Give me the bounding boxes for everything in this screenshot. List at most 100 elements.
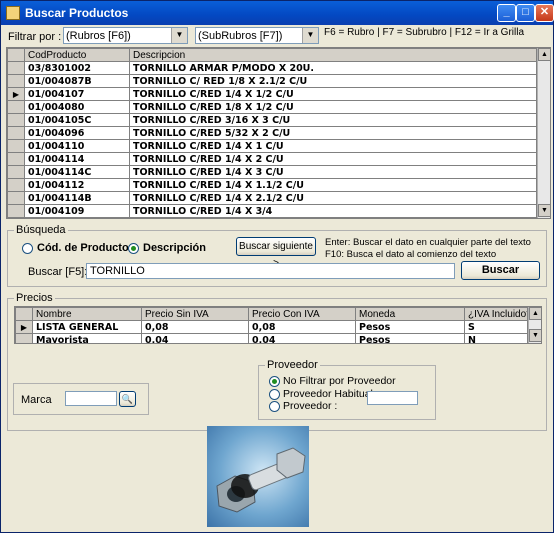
scroll-up-icon[interactable]: ▲ [529, 307, 541, 320]
row-indicator[interactable] [7, 178, 25, 192]
cell-descripcion[interactable]: TORNILLO C/ RED 1/8 X 2.1/2 C/U [129, 74, 537, 88]
chevron-down-icon[interactable]: ▼ [302, 28, 318, 43]
table-row[interactable]: 01/004109 TORNILLO C/RED 1/4 X 3/4 [7, 204, 537, 218]
cell-nombre[interactable]: Mayorista [32, 333, 142, 343]
cell-precio-con-iva[interactable]: 0,04 [248, 333, 356, 343]
table-row[interactable]: 01/004080 TORNILLO C/RED 1/8 X 1/2 C/U [7, 100, 537, 114]
rubro-select[interactable]: (Rubros [F6]) ▼ [63, 27, 188, 44]
cell-nombre[interactable]: LISTA GENERAL [32, 320, 142, 334]
table-row[interactable]: 01/004087B TORNILLO C/ RED 1/8 X 2.1/2 C/… [7, 74, 537, 88]
col-header-iva-incluido[interactable]: ¿IVA Incluido? [464, 307, 528, 321]
cell-descripcion[interactable]: TORNILLO ARMAR P/MODO X 20U. [129, 61, 537, 75]
radio-codigo-label[interactable]: Cód. de Producto [37, 242, 129, 254]
radio-proveedor-label[interactable]: Proveedor : [283, 400, 337, 412]
radio-descripcion-label[interactable]: Descripción [143, 242, 206, 254]
cell-descripcion[interactable]: TORNILLO C/RED 1/4 X 3/4 [129, 204, 537, 218]
cell-moneda[interactable]: Pesos [355, 320, 465, 334]
scroll-down-icon[interactable]: ▼ [538, 204, 550, 217]
table-row[interactable]: 01/004114C TORNILLO C/RED 1/4 X 3 C/U [7, 165, 537, 179]
table-row[interactable]: 01/004096 TORNILLO C/RED 5/32 X 2 C/U [7, 126, 537, 140]
chevron-down-icon[interactable]: ▼ [171, 28, 187, 43]
radio-descripcion[interactable] [128, 243, 139, 254]
cell-descripcion[interactable]: TORNILLO C/RED 5/32 X 2 C/U [129, 126, 537, 140]
cell-descripcion[interactable]: TORNILLO C/RED 1/4 X 1.1/2 C/U [129, 178, 537, 192]
row-indicator[interactable] [7, 139, 25, 153]
habitual-provider-input[interactable] [367, 391, 418, 405]
cell-codproducto[interactable]: 01/004114B [24, 191, 130, 205]
cell-iva-incluido[interactable]: N [464, 333, 528, 343]
cell-moneda[interactable]: Pesos [355, 333, 465, 343]
cell-codproducto[interactable]: 01/004080 [24, 100, 130, 114]
cell-descripcion[interactable]: TORNILLO C/RED 1/8 X 1.1/2 C/U [129, 217, 537, 218]
current-row-indicator-icon[interactable]: ▶ [15, 320, 33, 334]
table-row[interactable]: 01/004114B TORNILLO C/RED 1/4 X 2.1/2 C/U [7, 191, 537, 205]
cell-descripcion[interactable]: TORNILLO C/RED 1/4 X 2 C/U [129, 152, 537, 166]
cell-descripcion[interactable]: TORNILLO C/RED 1/4 X 2.1/2 C/U [129, 191, 537, 205]
col-header-precio-sin-iva[interactable]: Precio Sin IVA [141, 307, 249, 321]
col-header-nombre[interactable]: Nombre [32, 307, 142, 321]
col-header-precio-con-iva[interactable]: Precio Con IVA [248, 307, 356, 321]
radio-habitual-label[interactable]: Proveedor Habitual : [283, 388, 379, 400]
maximize-button[interactable]: □ [516, 4, 535, 22]
cell-precio-con-iva[interactable]: 0,08 [248, 320, 356, 334]
table-row[interactable]: 01/004105C TORNILLO C/RED 3/16 X 3 C/U [7, 113, 537, 127]
table-row[interactable]: Mayorista 0,04 0,04 Pesos N [15, 333, 528, 343]
cell-precio-sin-iva[interactable]: 0,04 [141, 333, 249, 343]
table-row[interactable]: ▶ LISTA GENERAL 0,08 0,08 Pesos S [15, 320, 528, 334]
title-bar[interactable]: Buscar Productos _ □ ✕ [1, 1, 554, 25]
row-indicator[interactable] [7, 74, 25, 88]
table-row[interactable]: 01/004112 TORNILLO C/RED 1/4 X 1.1/2 C/U [7, 178, 537, 192]
cell-codproducto[interactable]: 01/004109 [24, 204, 130, 218]
cell-codproducto[interactable]: 01/004096 [24, 126, 130, 140]
cell-precio-sin-iva[interactable]: 0,08 [141, 320, 249, 334]
radio-no-filter-label[interactable]: No Filtrar por Proveedor [283, 375, 396, 387]
row-indicator[interactable] [15, 333, 33, 343]
cell-descripcion[interactable]: TORNILLO C/RED 3/16 X 3 C/U [129, 113, 537, 127]
search-next-button[interactable]: Buscar siguiente > [236, 237, 316, 269]
row-indicator[interactable] [7, 204, 25, 218]
prices-grid[interactable]: Nombre Precio Sin IVA Precio Con IVA Mon… [14, 306, 542, 344]
col-header-codproducto[interactable]: CodProducto [24, 48, 130, 62]
table-row[interactable]: ▶ 01/004107 TORNILLO C/RED 1/4 X 1/2 C/U [7, 87, 537, 101]
prices-scrollbar[interactable]: ▲ ▼ [528, 307, 541, 343]
scroll-up-icon[interactable]: ▲ [538, 48, 550, 61]
cell-codproducto[interactable]: 01/004114 [24, 152, 130, 166]
cell-descripcion[interactable]: TORNILLO C/RED 1/4 X 1/2 C/U [129, 87, 537, 101]
radio-habitual[interactable] [269, 389, 280, 400]
cell-codproducto[interactable]: 01/004105C [24, 113, 130, 127]
search-icon[interactable]: 🔍 [119, 391, 136, 407]
cell-codproducto[interactable]: 01/004114C [24, 165, 130, 179]
products-scrollbar[interactable]: ▲ ▼ [537, 48, 550, 218]
cell-codproducto[interactable]: 01/004112 [24, 178, 130, 192]
col-header-descripcion[interactable]: Descripcion [129, 48, 537, 62]
cell-iva-incluido[interactable]: S [464, 320, 528, 334]
scroll-down-icon[interactable]: ▼ [529, 329, 541, 342]
table-row[interactable]: 01/004114 TORNILLO C/RED 1/4 X 2 C/U [7, 152, 537, 166]
cell-codproducto[interactable]: 01/004087B [24, 74, 130, 88]
row-indicator[interactable] [7, 126, 25, 140]
row-indicator[interactable] [7, 217, 25, 218]
products-grid[interactable]: CodProducto Descripcion 03/8301002 TORNIL… [6, 47, 551, 219]
table-row[interactable]: 01/004085TORNILLO C/RED 1/8 X 1.1/2 C/U [7, 217, 537, 218]
cell-codproducto[interactable]: 03/8301002 [24, 61, 130, 75]
row-indicator[interactable] [7, 100, 25, 114]
row-indicator[interactable] [7, 191, 25, 205]
cell-descripcion[interactable]: TORNILLO C/RED 1/4 X 3 C/U [129, 165, 537, 179]
subrubro-select[interactable]: (SubRubros [F7]) ▼ [195, 27, 319, 44]
row-indicator[interactable] [7, 152, 25, 166]
cell-codproducto[interactable]: 01/004110 [24, 139, 130, 153]
cell-descripcion[interactable]: TORNILLO C/RED 1/8 X 1/2 C/U [129, 100, 537, 114]
radio-no-filter[interactable] [269, 376, 280, 387]
row-indicator[interactable] [7, 113, 25, 127]
radio-proveedor[interactable] [269, 401, 280, 412]
close-button[interactable]: ✕ [535, 4, 554, 22]
cell-codproducto[interactable]: 01/004107 [24, 87, 130, 101]
minimize-button[interactable]: _ [497, 4, 516, 22]
search-input[interactable] [86, 263, 455, 279]
row-indicator[interactable] [7, 165, 25, 179]
cell-descripcion[interactable]: TORNILLO C/RED 1/4 X 1 C/U [129, 139, 537, 153]
radio-codigo[interactable] [22, 243, 33, 254]
table-row[interactable]: 01/004110 TORNILLO C/RED 1/4 X 1 C/U [7, 139, 537, 153]
col-header-moneda[interactable]: Moneda [355, 307, 465, 321]
row-indicator[interactable] [7, 61, 25, 75]
